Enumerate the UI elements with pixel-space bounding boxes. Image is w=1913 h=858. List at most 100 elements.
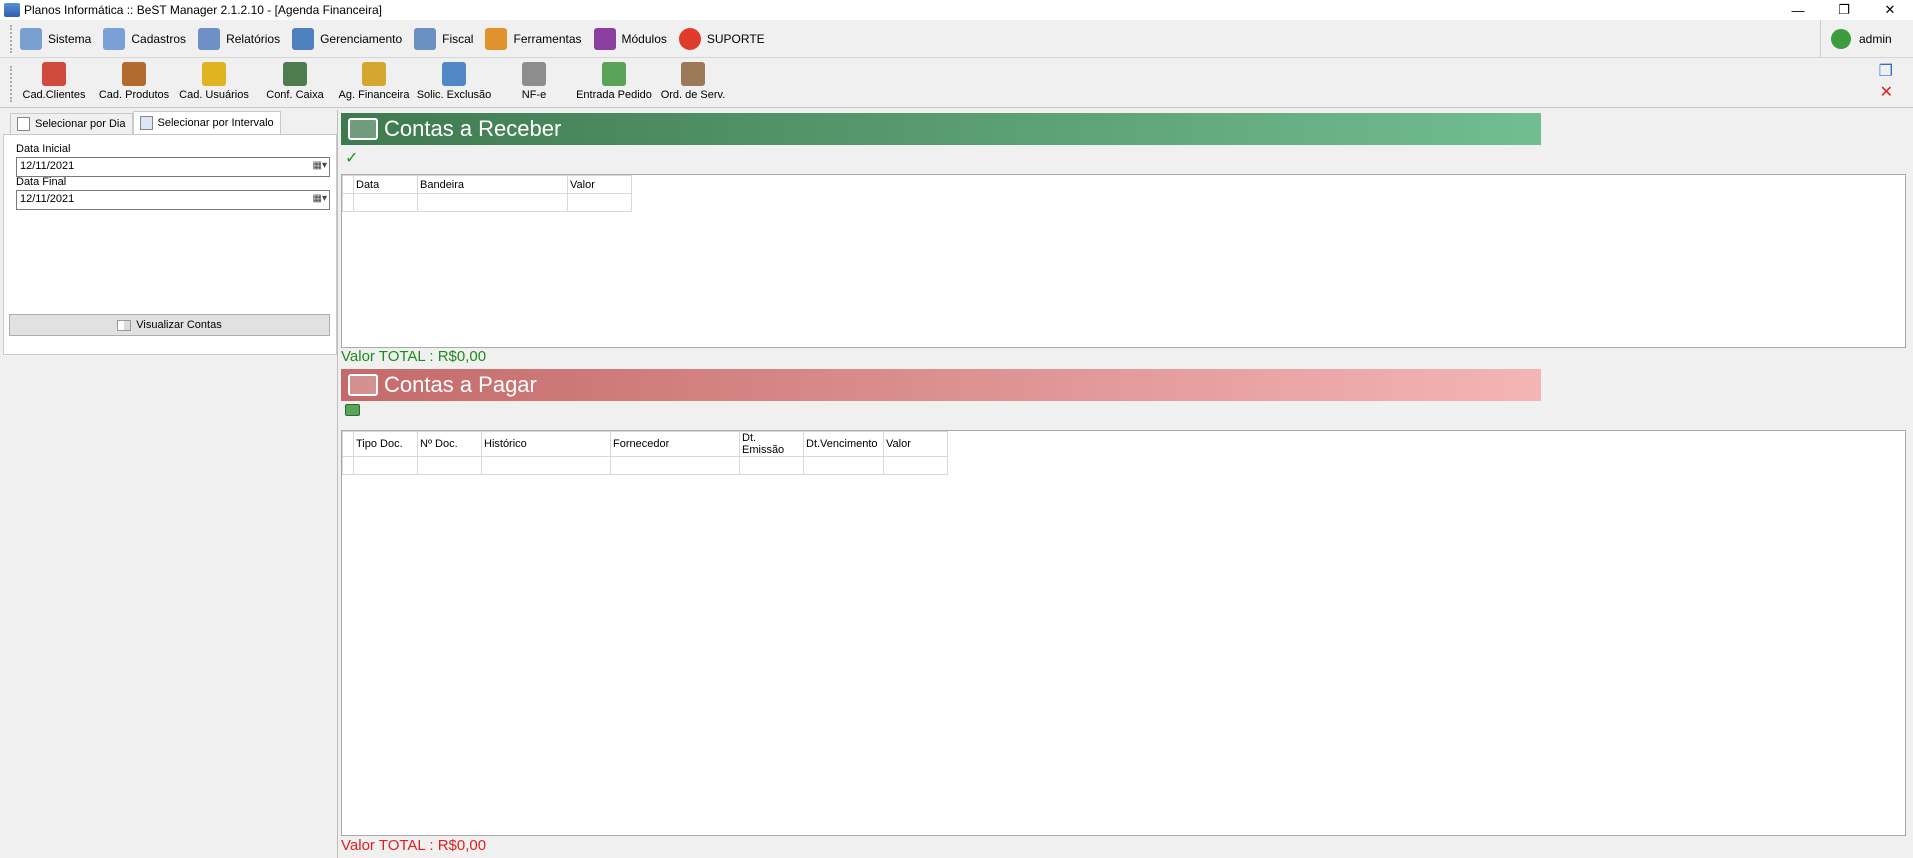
pagar-total: Valor TOTAL : R$0,00 xyxy=(341,837,487,854)
tool-label: Entrada Pedido xyxy=(576,89,652,101)
calendar-dropdown-icon[interactable]: ▦▾ xyxy=(313,193,327,204)
cad-produtos-button[interactable]: Cad. Produtos xyxy=(96,62,172,101)
book-icon xyxy=(117,319,132,331)
table-cell[interactable] xyxy=(481,456,611,475)
calendar-range-icon xyxy=(139,116,153,130)
menu-label: Fiscal xyxy=(442,31,474,46)
user-icon xyxy=(1831,29,1851,49)
contas-receber-grid[interactable]: Data Bandeira Valor xyxy=(341,174,1906,348)
menu-label: Gerenciamento xyxy=(320,31,403,46)
column-header[interactable]: Bandeira xyxy=(417,175,568,194)
column-header[interactable]: Nº Doc. xyxy=(417,431,482,457)
menu-bar: Sistema Cadastros Relatórios Gerenciamen… xyxy=(0,20,1913,58)
cad-usuarios-button[interactable]: Cad. Usuários xyxy=(178,62,250,101)
filter-panel: Selecionar por Dia Selecionar por Interv… xyxy=(2,110,338,858)
ord-serv-button[interactable]: Ord. de Serv. xyxy=(656,62,730,101)
clipboard-icon xyxy=(681,62,705,86)
tab-label: Selecionar por Intervalo xyxy=(157,117,274,129)
data-inicial-field[interactable]: 12/11/2021 ▦▾ xyxy=(16,157,330,177)
menu-label: Módulos xyxy=(621,31,667,46)
conf-caixa-button[interactable]: Conf. Caixa xyxy=(260,62,330,101)
user-name: admin xyxy=(1859,32,1892,46)
report-icon xyxy=(198,27,221,50)
user-menu[interactable]: admin xyxy=(1820,20,1913,58)
table-cell[interactable] xyxy=(567,193,632,212)
table-cell[interactable] xyxy=(803,456,884,475)
table-row[interactable] xyxy=(342,193,632,212)
ag-financeira-button[interactable]: Ag. Financeira xyxy=(336,62,412,101)
close-form-icon[interactable]: ✕ xyxy=(1880,82,1893,102)
column-header[interactable]: Valor xyxy=(883,431,948,457)
view-button-label: Visualizar Contas xyxy=(136,319,222,331)
minimize-button[interactable]: — xyxy=(1775,0,1821,20)
table-cell[interactable] xyxy=(353,193,418,212)
receber-table: Data Bandeira Valor xyxy=(342,175,632,212)
close-window-button[interactable]: ✕ xyxy=(1867,0,1913,20)
table-cell[interactable] xyxy=(610,456,740,475)
column-header[interactable]: Valor xyxy=(567,175,632,194)
interval-tab-page: Data Inicial 12/11/2021 ▦▾ Data Final 12… xyxy=(3,134,337,355)
lifebuoy-icon xyxy=(678,27,701,50)
menu-relatorios[interactable]: Relatórios xyxy=(192,24,286,54)
entrada-pedido-button[interactable]: Entrada Pedido xyxy=(574,62,654,101)
app-icon xyxy=(4,3,20,17)
menu-ferramentas[interactable]: Ferramentas xyxy=(479,24,587,54)
tab-selecionar-por-dia[interactable]: Selecionar por Dia xyxy=(10,113,133,134)
cad-clientes-button[interactable]: Cad.Clientes xyxy=(22,62,86,101)
contas-pagar-grid[interactable]: Tipo Doc. Nº Doc. Histórico Fornecedor D… xyxy=(341,430,1906,836)
tab-selecionar-por-intervalo[interactable]: Selecionar por Intervalo xyxy=(132,111,281,134)
menu-suporte[interactable]: SUPORTE xyxy=(673,24,771,54)
clients-icon xyxy=(42,62,66,86)
window-list-icon xyxy=(20,27,42,50)
tool-label: Ag. Financeira xyxy=(338,89,410,101)
filter-tabs: Selecionar por Dia Selecionar por Interv… xyxy=(10,111,281,134)
key-icon xyxy=(202,62,226,86)
pay-money-icon[interactable] xyxy=(345,404,360,416)
restore-button[interactable]: ❐ xyxy=(1821,0,1867,20)
table-cell[interactable] xyxy=(417,193,568,212)
toolbar-grip[interactable] xyxy=(10,66,14,102)
row-header-cell xyxy=(342,456,354,475)
column-header[interactable]: Tipo Doc. xyxy=(353,431,418,457)
calendar-icon xyxy=(17,117,30,131)
money-add-icon xyxy=(348,118,378,140)
solic-exclusao-button[interactable]: Solic. Exclusão xyxy=(416,62,492,101)
money-remove-icon xyxy=(348,374,378,396)
coins-icon xyxy=(362,62,386,86)
menu-fiscal[interactable]: Fiscal xyxy=(408,24,479,54)
contas-pagar-banner: Contas a Pagar xyxy=(341,369,1541,401)
column-header[interactable]: Histórico xyxy=(481,431,611,457)
cascade-windows-icon[interactable]: ❐ xyxy=(1879,61,1893,81)
table-header-row: Tipo Doc. Nº Doc. Histórico Fornecedor D… xyxy=(342,431,948,457)
table-header-row: Data Bandeira Valor xyxy=(342,175,632,194)
confirm-check-icon[interactable]: ✓ xyxy=(345,148,358,168)
tab-label: Selecionar por Dia xyxy=(35,118,126,130)
contas-pagar-title: Contas a Pagar xyxy=(384,372,537,397)
menu-sistema[interactable]: Sistema xyxy=(14,24,97,54)
table-cell[interactable] xyxy=(353,456,418,475)
menu-label: Relatórios xyxy=(226,31,281,46)
visualizar-contas-button[interactable]: Visualizar Contas xyxy=(9,314,330,336)
row-header-cell xyxy=(342,175,354,194)
row-header-cell xyxy=(342,431,354,457)
table-cell[interactable] xyxy=(739,456,804,475)
menu-cadastros[interactable]: Cadastros xyxy=(97,24,192,54)
data-inicial-label: Data Inicial xyxy=(16,143,71,155)
menu-modulos[interactable]: Módulos xyxy=(588,24,673,54)
column-header[interactable]: Fornecedor xyxy=(610,431,740,457)
table-cell[interactable] xyxy=(417,456,482,475)
menu-gerenciamento[interactable]: Gerenciamento xyxy=(286,24,408,54)
column-header[interactable]: Data xyxy=(353,175,418,194)
column-header[interactable]: Dt. Emissão xyxy=(739,431,804,457)
calendar-dropdown-icon[interactable]: ▦▾ xyxy=(313,160,327,171)
data-final-label: Data Final xyxy=(16,176,67,188)
window-controls: — ❐ ✕ xyxy=(1775,0,1913,20)
cash-register-icon xyxy=(283,62,307,86)
table-cell[interactable] xyxy=(883,456,948,475)
nfe-button[interactable]: NF-e xyxy=(514,62,554,101)
data-final-field[interactable]: 12/11/2021 ▦▾ xyxy=(16,190,330,210)
column-header[interactable]: Dt.Vencimento xyxy=(803,431,884,457)
table-row[interactable] xyxy=(342,456,948,475)
invoice-icon xyxy=(522,62,546,86)
database-icon xyxy=(103,27,126,50)
